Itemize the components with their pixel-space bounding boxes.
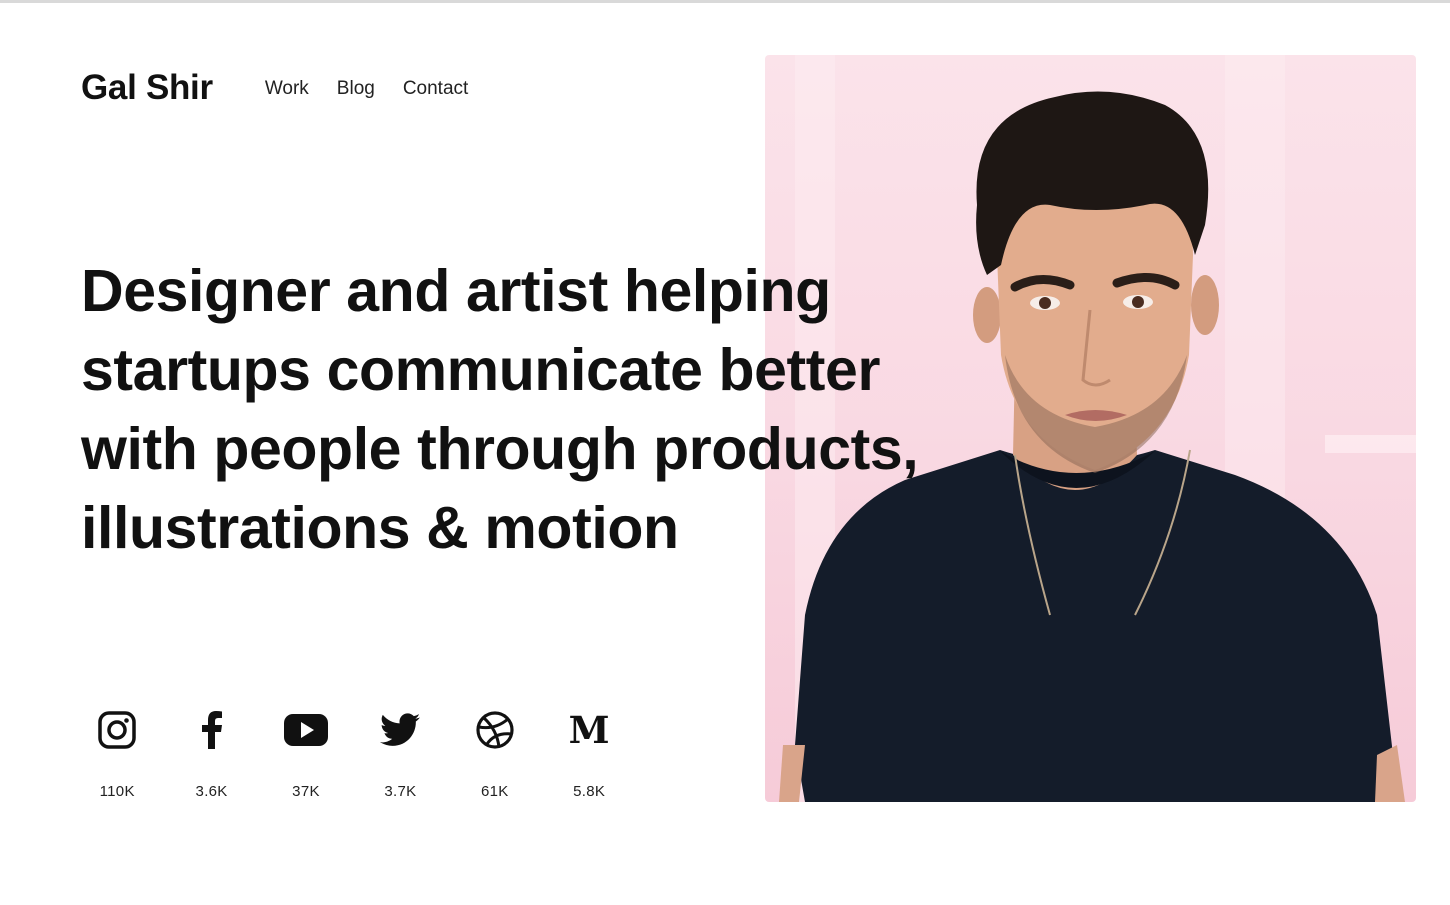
instagram-icon	[94, 704, 140, 756]
facebook-follower-count: 3.6K	[195, 783, 228, 800]
main-nav: Work Blog Contact	[265, 78, 497, 100]
instagram-follower-count: 110K	[99, 783, 135, 800]
site-header: Gal Shir Work Blog Contact	[81, 66, 496, 110]
hero-headline-line: illustrations & motion	[81, 495, 679, 561]
social-link-youtube[interactable]: 37K	[259, 704, 353, 800]
browser-top-border	[0, 0, 1450, 3]
social-link-facebook[interactable]: 3.6K	[164, 704, 258, 800]
nav-link-contact[interactable]: Contact	[403, 78, 468, 100]
youtube-subscriber-count: 37K	[292, 783, 320, 800]
social-link-instagram[interactable]: 110K	[70, 704, 164, 800]
medium-icon: M	[566, 704, 612, 756]
nav-link-work[interactable]: Work	[265, 78, 309, 100]
social-link-twitter[interactable]: 3.7K	[353, 704, 447, 800]
twitter-icon	[377, 704, 423, 756]
site-logo[interactable]: Gal Shir	[81, 68, 213, 108]
hero-headline-line: startups communicate better	[81, 337, 881, 403]
dribbble-icon	[472, 704, 518, 756]
social-links: 110K 3.6K 37K 3.7K 61K M 5.8K	[70, 704, 636, 800]
nav-link-blog[interactable]: Blog	[337, 78, 375, 100]
hero-headline: Designer and artist helping startups com…	[81, 252, 921, 568]
youtube-icon	[283, 704, 329, 756]
hero-headline-line: Designer and artist helping	[81, 258, 831, 324]
medium-logo-letter: M	[568, 707, 610, 752]
facebook-icon	[189, 704, 235, 756]
social-link-dribbble[interactable]: 61K	[448, 704, 542, 800]
dribbble-follower-count: 61K	[480, 783, 509, 800]
medium-follower-count: 5.8K	[573, 783, 606, 800]
twitter-follower-count: 3.7K	[384, 783, 417, 800]
hero-headline-line: with people through products,	[81, 416, 919, 482]
social-link-medium[interactable]: M 5.8K	[542, 704, 636, 800]
